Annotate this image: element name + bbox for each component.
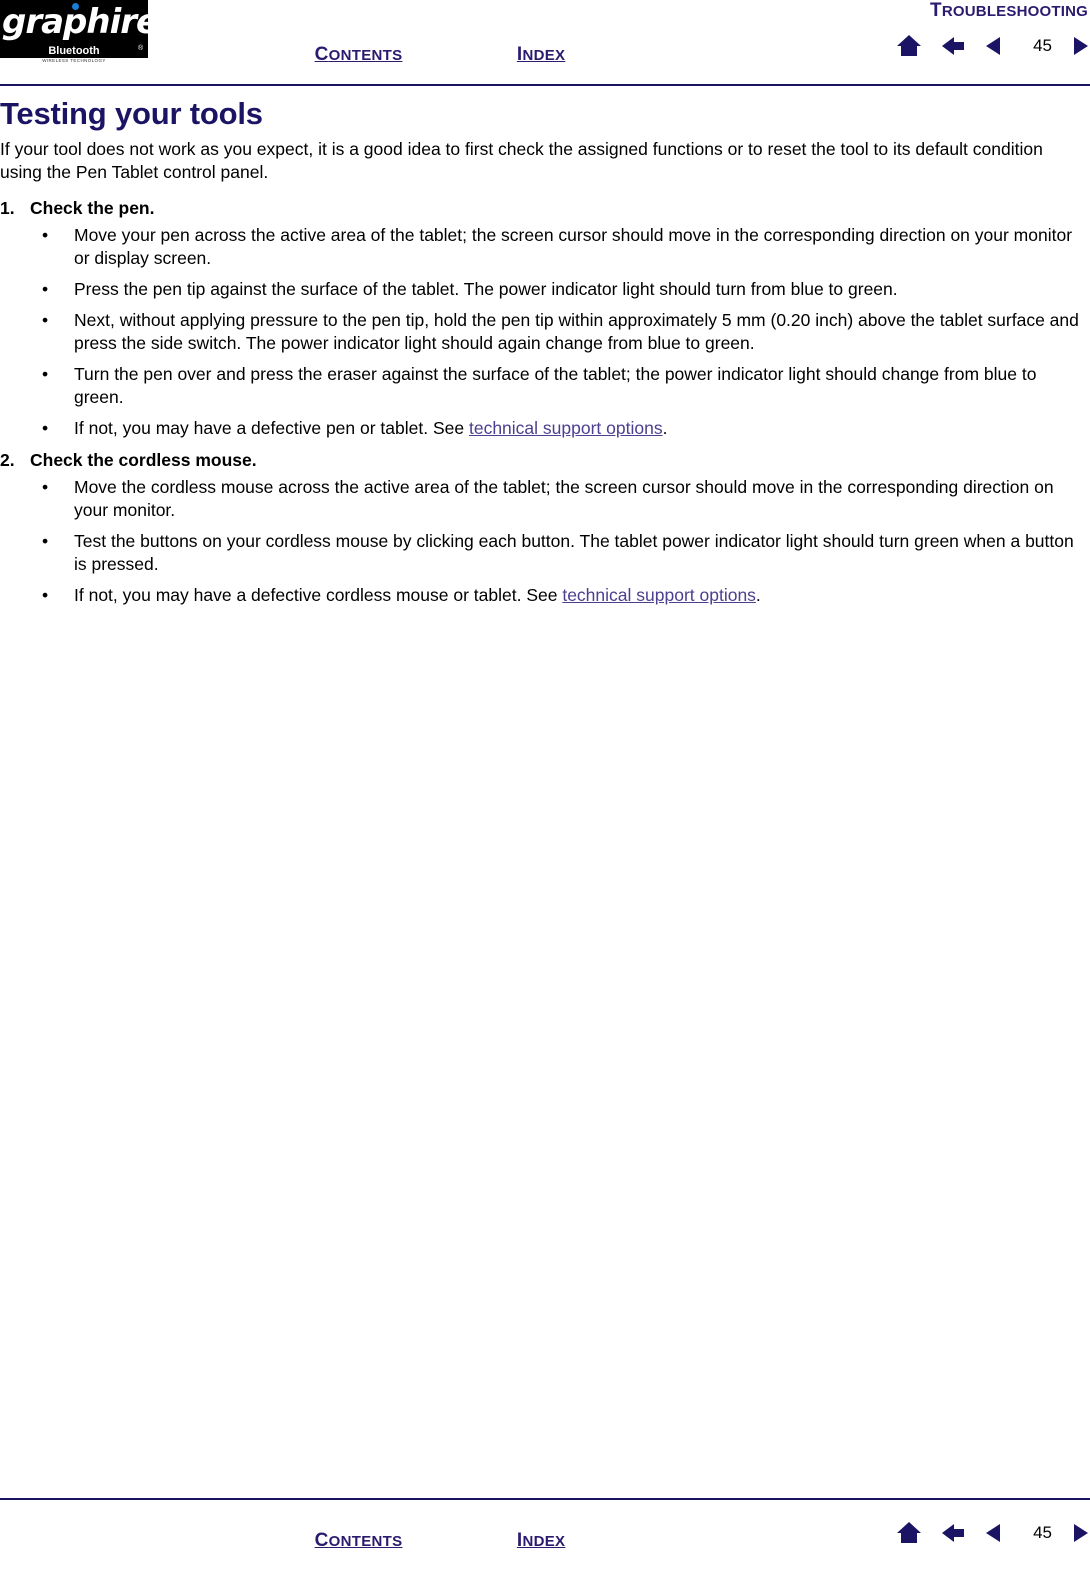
bullet-text-after: . — [755, 585, 761, 605]
step-bullets: • Move your pen across the active area o… — [0, 224, 1090, 440]
list-item: • If not, you may have a defective pen o… — [0, 417, 1090, 440]
header-divider — [0, 84, 1090, 86]
bullet-text-after: . — [662, 418, 668, 438]
bullet-marker: • — [42, 310, 49, 330]
header-nav-controls: 45 — [896, 33, 1090, 59]
section-label: TROUBLESHOOTING — [930, 0, 1088, 21]
step-heading-text: Check the cordless mouse. — [30, 450, 257, 470]
bullet-marker: • — [42, 585, 49, 605]
bullet-text: Next, without applying pressure to the p… — [74, 310, 1079, 353]
technical-support-options-link[interactable]: technical support options — [469, 418, 663, 438]
page-content: Testing your tools If your tool does not… — [0, 96, 1090, 615]
home-icon[interactable] — [896, 33, 922, 59]
technical-support-options-link[interactable]: technical support options — [562, 585, 756, 605]
footer-index-link[interactable]: INDEX — [517, 1530, 565, 1552]
bullet-marker: • — [42, 225, 49, 245]
step-number: 2. — [0, 450, 15, 470]
bullet-marker: • — [42, 418, 49, 438]
forward-icon[interactable] — [1070, 1522, 1090, 1544]
list-item: • Test the buttons on your cordless mous… — [0, 530, 1090, 576]
document-page: graphire Bluetooth ® WIRELESS TECHNOLOGY… — [0, 0, 1090, 1570]
list-item: • Turn the pen over and press the eraser… — [0, 363, 1090, 409]
intro-paragraph: If your tool does not work as you expect… — [0, 139, 1043, 182]
header-page-number: 45 — [1033, 36, 1052, 55]
header-index-link[interactable]: INDEX — [517, 44, 565, 66]
bullet-text: Press the pen tip against the surface of… — [74, 279, 898, 299]
step-heading: 1. Check the pen. — [0, 196, 1090, 220]
footer-page-number: 45 — [1033, 1523, 1052, 1542]
previous-page-icon[interactable] — [940, 35, 966, 57]
list-item: • Next, without applying pressure to the… — [0, 309, 1090, 355]
list-item: • Move the cordless mouse across the act… — [0, 476, 1090, 522]
bullet-text: Turn the pen over and press the eraser a… — [74, 364, 1037, 407]
page-header: graphire Bluetooth ® WIRELESS TECHNOLOGY… — [0, 0, 1090, 86]
list-item: • Move your pen across the active area o… — [0, 224, 1090, 270]
bullet-text: Move the cordless mouse across the activ… — [74, 477, 1054, 520]
bullet-marker: • — [42, 477, 49, 497]
step-heading: 2. Check the cordless mouse. — [0, 448, 1090, 472]
footer-contents-link[interactable]: CONTENTS — [315, 1530, 403, 1552]
bullet-text-before: If not, you may have a defective cordles… — [74, 585, 563, 605]
steps-list: 1. Check the pen. • Move your pen across… — [0, 196, 1090, 607]
bullet-marker: • — [42, 279, 49, 299]
back-icon[interactable] — [984, 35, 1004, 57]
previous-page-icon[interactable] — [940, 1522, 966, 1544]
bullet-text: Move your pen across the active area of … — [74, 225, 1073, 268]
home-icon[interactable] — [896, 1520, 922, 1546]
list-item: • If not, you may have a defective cordl… — [0, 584, 1090, 607]
back-icon[interactable] — [984, 1522, 1004, 1544]
step-bullets: • Move the cordless mouse across the act… — [0, 476, 1090, 607]
list-item: • Press the pen tip against the surface … — [0, 278, 1090, 301]
footer-divider — [0, 1498, 1090, 1500]
footer-nav-links: CONTENTS INDEX — [0, 1530, 880, 1552]
header-nav-links: CONTENTS INDEX — [0, 44, 880, 66]
bullet-text: If not, you may have a defective cordles… — [74, 584, 1084, 607]
logo-dot-icon — [72, 3, 79, 10]
forward-icon[interactable] — [1070, 35, 1090, 57]
header-contents-link[interactable]: CONTENTS — [315, 44, 403, 66]
bullet-marker: • — [42, 364, 49, 384]
step-item: 2. Check the cordless mouse. • Move the … — [0, 448, 1090, 607]
step-heading-text: Check the pen. — [30, 198, 155, 218]
footer-nav-controls: 45 — [896, 1520, 1090, 1546]
bullet-marker: • — [42, 531, 49, 551]
step-item: 1. Check the pen. • Move your pen across… — [0, 196, 1090, 440]
bullet-text: If not, you may have a defective pen or … — [74, 417, 1084, 440]
page-title: Testing your tools — [0, 96, 263, 131]
bullet-text-before: If not, you may have a defective pen or … — [74, 418, 469, 438]
step-number: 1. — [0, 198, 15, 218]
bullet-text: Test the buttons on your cordless mouse … — [74, 531, 1074, 574]
